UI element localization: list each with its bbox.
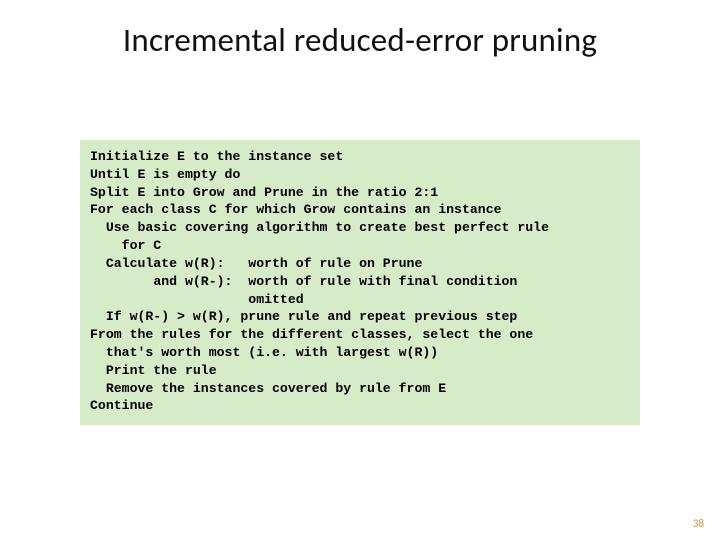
page-number: 38 [693, 517, 704, 530]
slide: Incremental reduced-error pruning Initia… [0, 0, 720, 540]
algorithm-codebox: Initialize E to the instance set Until E… [80, 140, 640, 425]
slide-title: Incremental reduced-error pruning [0, 20, 720, 60]
algorithm-code: Initialize E to the instance set Until E… [90, 148, 630, 415]
